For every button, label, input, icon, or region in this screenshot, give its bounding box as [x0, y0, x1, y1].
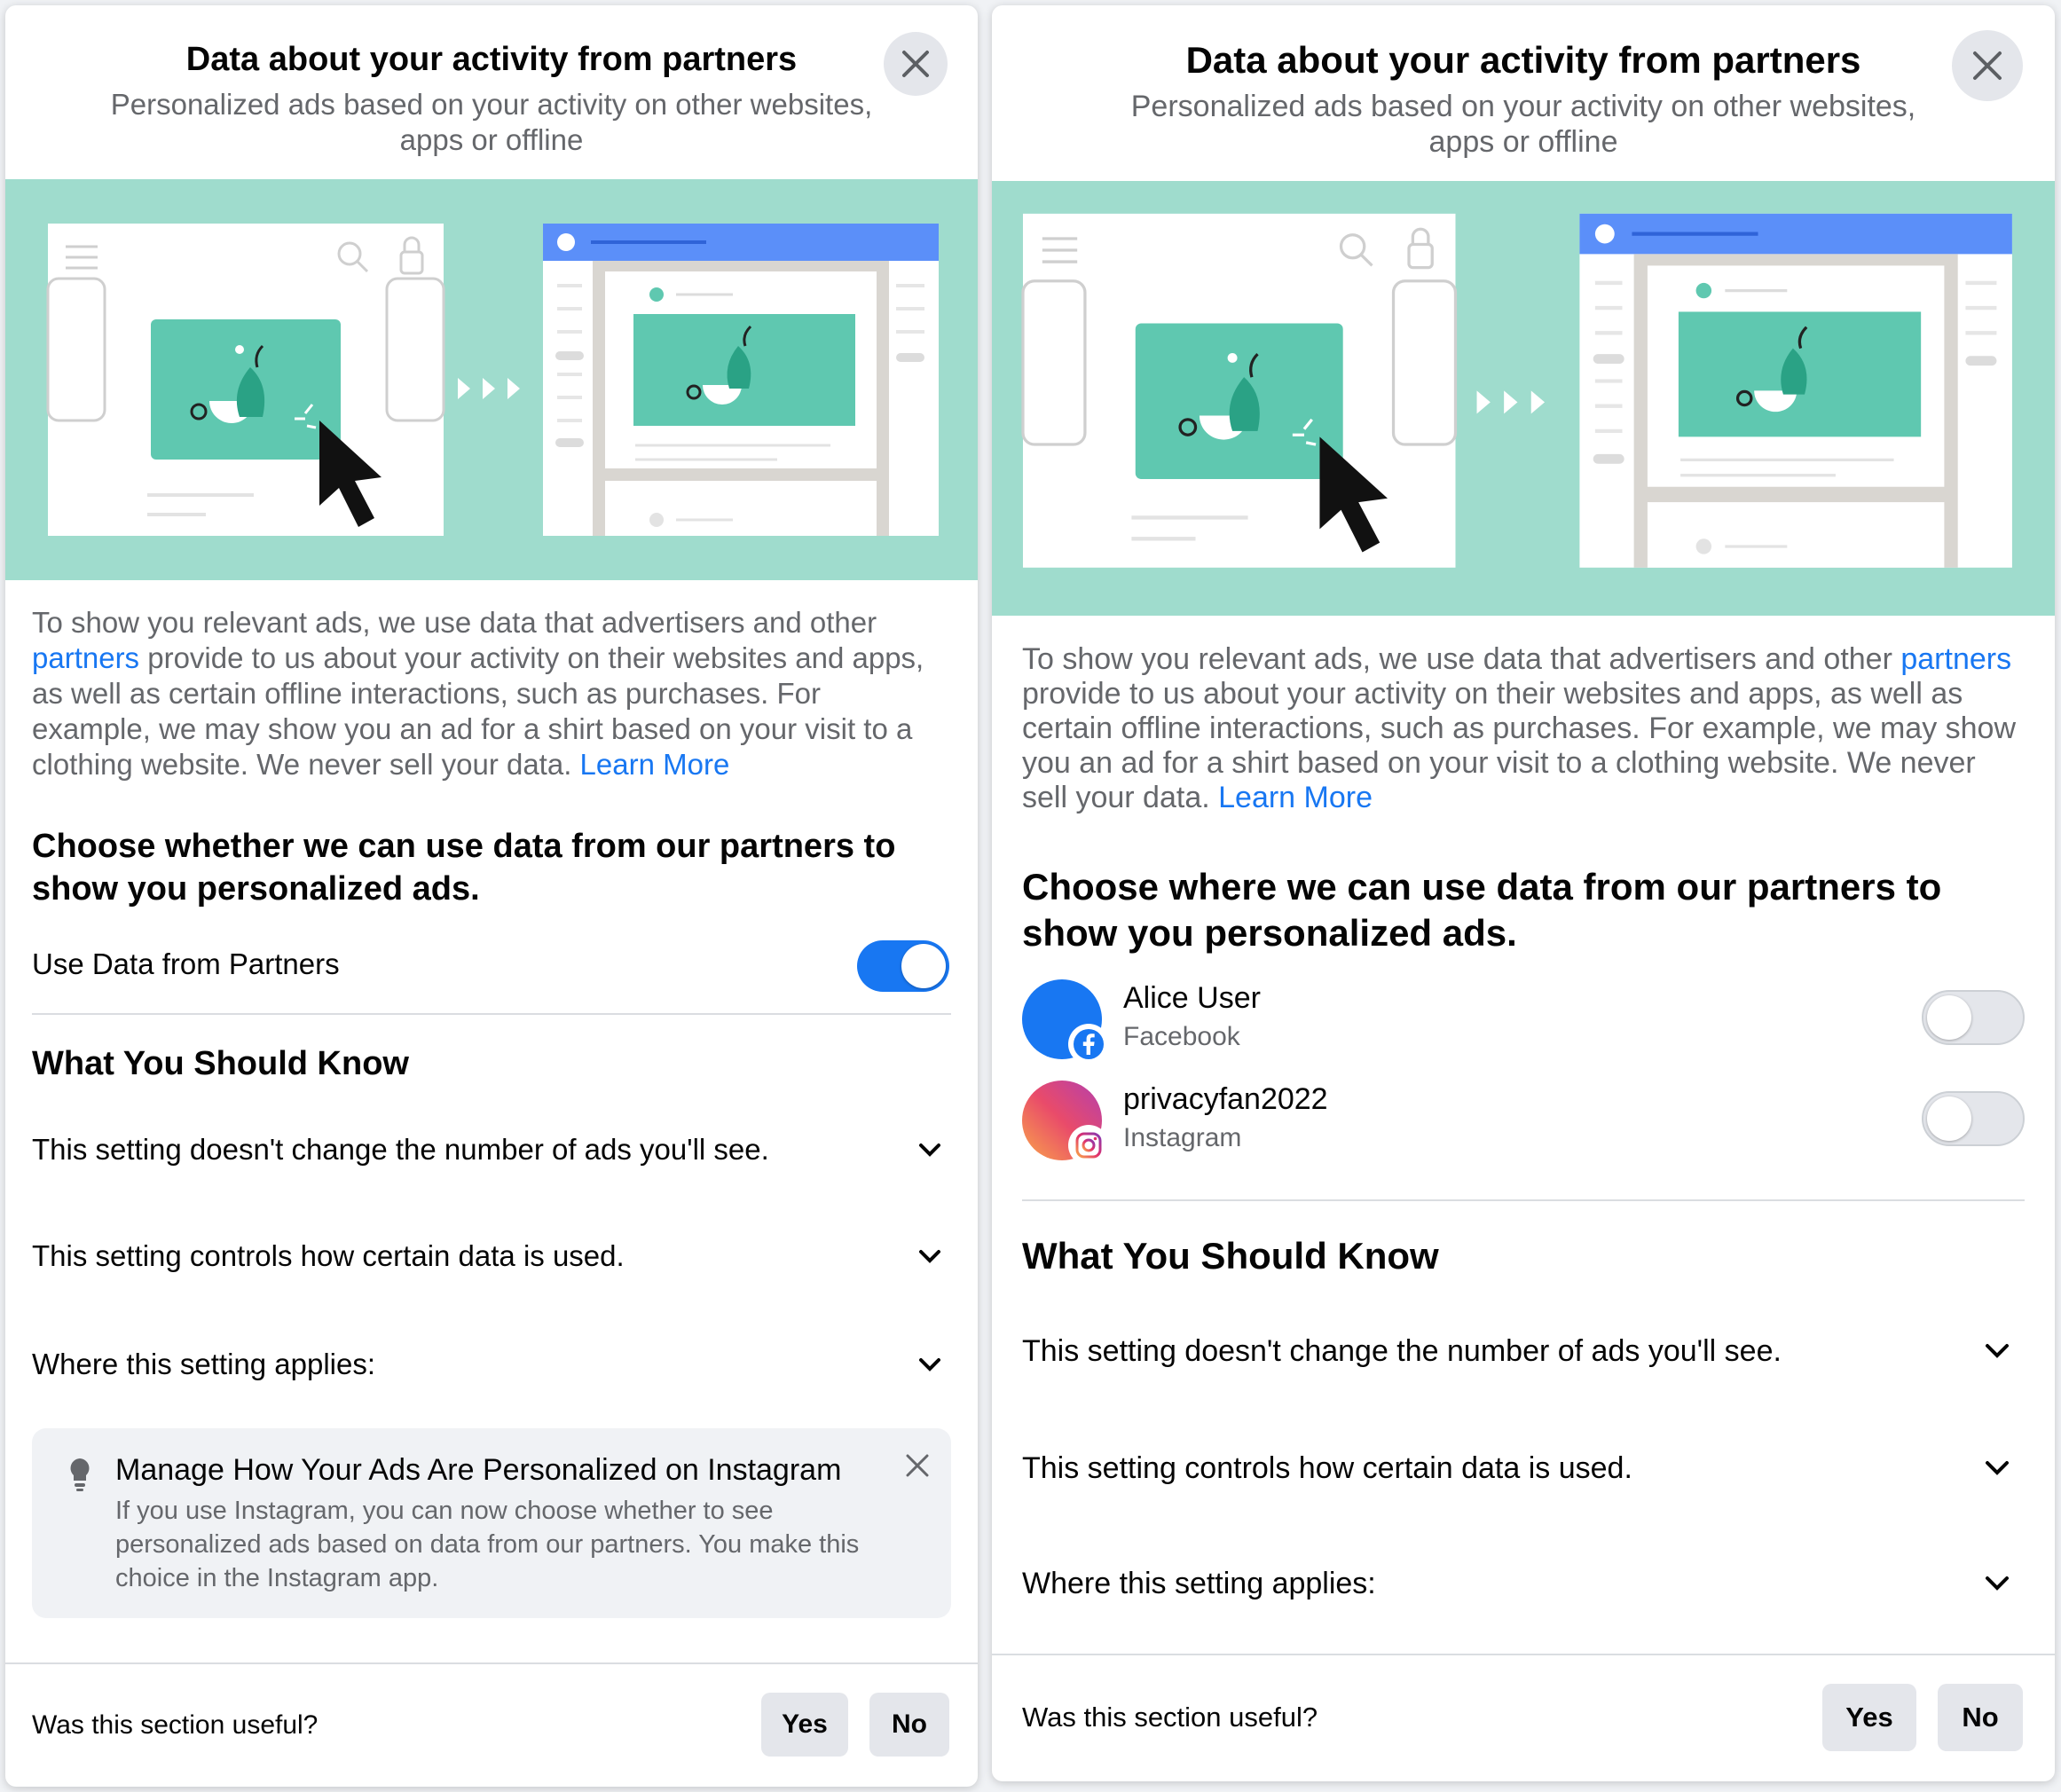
explanation-text: To show you relevant ads, we use data th… [1022, 642, 2017, 814]
instagram-icon [1068, 1125, 1109, 1166]
illustration-banner [992, 181, 2055, 616]
facebook-icon [1068, 1024, 1109, 1065]
feedback-no-button[interactable]: No [1938, 1684, 2023, 1751]
feedback-no-button[interactable]: No [869, 1693, 949, 1757]
instagram-tip-card: Manage How Your Ads Are Personalized on … [32, 1428, 951, 1618]
feedback-question: Was this section useful? [32, 1710, 319, 1740]
close-tip-icon[interactable] [905, 1453, 930, 1478]
accordion-where-applies[interactable]: Where this setting applies: [32, 1338, 942, 1391]
partners-link[interactable]: partners [32, 641, 139, 674]
explanation-text: To show you relevant ads, we use data th… [32, 606, 924, 781]
settings-dialog-facebook-only: Data about your activity from partners P… [5, 5, 978, 1787]
chevron-down-icon [1986, 1461, 2009, 1475]
what-you-should-know-heading: What You Should Know [1022, 1235, 1439, 1277]
account-row-facebook: Alice User Facebook [1022, 974, 2025, 1065]
facebook-account-toggle[interactable] [1922, 990, 2025, 1045]
dialog-subtitle: Personalized ads based on your activity … [110, 88, 873, 156]
dialog-subtitle: Personalized ads based on your activity … [1130, 90, 1916, 159]
chevron-down-icon [919, 1144, 940, 1157]
chevron-down-icon [1986, 1344, 2009, 1358]
settings-dialog-multi-account: Data about your activity from partners P… [992, 5, 2055, 1781]
close-icon [902, 51, 929, 77]
partners-link[interactable]: partners [1900, 642, 2011, 676]
tip-title: Manage How Your Ads Are Personalized on … [115, 1453, 842, 1487]
accordion-where-applies[interactable]: Where this setting applies: [1022, 1556, 2010, 1611]
accordion-ads-count[interactable]: This setting doesn't change the number o… [32, 1123, 942, 1176]
learn-more-link[interactable]: Learn More [580, 748, 730, 781]
chevron-down-icon [1986, 1576, 2009, 1591]
what-you-should-know-heading: What You Should Know [32, 1045, 409, 1082]
instagram-account-toggle[interactable] [1922, 1091, 2025, 1146]
accordion-data-usage[interactable]: This setting controls how certain data i… [32, 1230, 942, 1283]
close-button[interactable] [884, 32, 948, 96]
feedback-question: Was this section useful? [1022, 1702, 1318, 1733]
feedback-yes-button[interactable]: Yes [1822, 1684, 1916, 1751]
feedback-yes-button[interactable]: Yes [761, 1693, 848, 1757]
account-name: privacyfan2022 [1123, 1082, 1328, 1116]
learn-more-link[interactable]: Learn More [1218, 781, 1373, 814]
use-data-toggle-label: Use Data from Partners [32, 947, 340, 980]
dialog-title: Data about your activity from partners [185, 41, 798, 78]
close-button[interactable] [1952, 30, 2023, 101]
account-row-instagram: privacyfan2022 Instagram [1022, 1075, 2025, 1166]
choose-heading: Choose where we can use data from our pa… [1022, 866, 1942, 954]
partner-activity-illustration [1021, 213, 2012, 568]
chevron-down-icon [919, 1250, 940, 1263]
use-data-toggle[interactable] [857, 940, 949, 992]
lightbulb-icon [70, 1458, 90, 1491]
accordion-ads-count[interactable]: This setting doesn't change the number o… [1022, 1324, 2010, 1379]
feedback-footer: Was this section useful? Yes No [5, 1662, 978, 1787]
accordion-data-usage[interactable]: This setting controls how certain data i… [1022, 1441, 2010, 1496]
dialog-title: Data about your activity from partners [1185, 39, 1861, 81]
section-divider [1022, 1199, 2025, 1201]
close-icon [1973, 51, 2002, 80]
illustration-banner [5, 179, 978, 580]
chevron-down-icon [919, 1358, 940, 1372]
feedback-footer: Was this section useful? Yes No [992, 1654, 2055, 1781]
tip-body: If you use Instagram, you can now choose… [115, 1497, 860, 1592]
account-platform: Instagram [1123, 1123, 1242, 1152]
section-divider [32, 1013, 951, 1015]
account-platform: Facebook [1123, 1022, 1240, 1051]
partner-activity-illustration [46, 224, 939, 536]
choose-heading: Choose whether we can use data from our … [32, 828, 896, 908]
account-name: Alice User [1123, 981, 1261, 1015]
